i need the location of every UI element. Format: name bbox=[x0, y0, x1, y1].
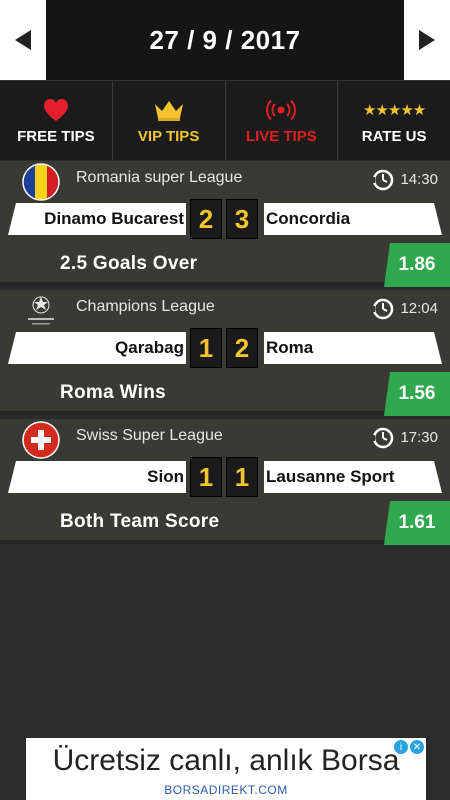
tab-bar: FREE TIPS VIP TIPS LIVE TIPS ★★★★★ RATE … bbox=[0, 80, 450, 160]
match-card[interactable]: Swiss Super League 17:30 Sion 1 1 Lausan… bbox=[0, 419, 450, 545]
previous-day-button[interactable] bbox=[0, 0, 46, 80]
next-day-button[interactable] bbox=[404, 0, 450, 80]
tip-text: Roma Wins bbox=[60, 382, 166, 403]
match-card[interactable]: Champions League 12:04 Qarabag 1 2 Roma … bbox=[0, 290, 450, 416]
broadcast-icon bbox=[266, 96, 297, 124]
odds-badge: 1.61 bbox=[384, 501, 450, 545]
league-name: Romania super League bbox=[76, 169, 243, 186]
ad-banner[interactable]: Ücretsiz canlı, anlık Borsa BORSADIREKT.… bbox=[26, 738, 426, 800]
arrow-left-icon bbox=[15, 30, 31, 50]
kickoff-time: 12:04 bbox=[370, 296, 438, 320]
away-team-name: Roma bbox=[266, 338, 314, 357]
time-text: 12:04 bbox=[400, 299, 438, 317]
home-team-name: Sion bbox=[147, 467, 184, 486]
current-date: 27 / 9 / 2017 bbox=[149, 24, 301, 55]
tab-live-tips[interactable]: LIVE TIPS bbox=[226, 81, 339, 160]
match-header: Romania super League 14:30 bbox=[0, 161, 450, 201]
home-score: 1 bbox=[190, 328, 222, 368]
home-score: 2 bbox=[190, 199, 222, 239]
tab-vip-tips[interactable]: VIP TIPS bbox=[113, 81, 226, 160]
away-score: 3 bbox=[226, 199, 258, 239]
kickoff-time: 14:30 bbox=[370, 167, 438, 191]
league-name: Swiss Super League bbox=[76, 427, 223, 444]
odds-badge: 1.86 bbox=[384, 243, 450, 287]
time-text: 17:30 bbox=[400, 428, 438, 446]
tab-label: FREE TIPS bbox=[17, 128, 95, 145]
ad-controls: i ✕ bbox=[394, 740, 424, 754]
arrow-right-icon bbox=[419, 30, 435, 50]
ad-close-icon[interactable]: ✕ bbox=[410, 740, 424, 754]
scoreline: Dinamo Bucarest 2 3 Concordia bbox=[8, 199, 442, 239]
tip-text: Both Team Score bbox=[60, 511, 220, 532]
tip-text: 2.5 Goals Over bbox=[60, 253, 198, 274]
stopwatch-icon bbox=[370, 169, 394, 191]
date-header: 27 / 9 / 2017 bbox=[0, 0, 450, 80]
kickoff-time: 17:30 bbox=[370, 425, 438, 449]
home-score: 1 bbox=[190, 457, 222, 497]
away-score: 1 bbox=[226, 457, 258, 497]
five-stars-icon: ★★★★★ bbox=[363, 102, 426, 119]
swiss-flag-icon bbox=[22, 421, 60, 459]
tab-label: VIP TIPS bbox=[137, 128, 200, 145]
match-card[interactable]: Romania super League 14:30 Dinamo Bucare… bbox=[0, 161, 450, 287]
away-team-name: Lausanne Sport bbox=[266, 467, 395, 486]
stopwatch-icon bbox=[370, 298, 394, 320]
league-name: Champions League bbox=[76, 298, 215, 315]
tab-label: RATE US bbox=[361, 128, 427, 145]
away-team-name: Concordia bbox=[266, 209, 351, 228]
app-root: 27 / 9 / 2017 FREE TIPS VIP TIPS LIVE TI… bbox=[0, 0, 450, 800]
ad-text: Ücretsiz canlı, anlık Borsa bbox=[52, 744, 400, 777]
scoreline: Qarabag 1 2 Roma bbox=[8, 328, 442, 368]
crown-icon bbox=[153, 96, 185, 124]
tab-label: LIVE TIPS bbox=[245, 128, 317, 145]
romania-flag-icon bbox=[22, 163, 60, 201]
tab-rate-us[interactable]: ★★★★★ RATE US bbox=[338, 81, 450, 160]
ad-brand: BORSADIREKT.COM bbox=[164, 783, 288, 797]
odds-badge: 1.56 bbox=[384, 372, 450, 416]
stopwatch-icon bbox=[370, 427, 394, 449]
scoreline: Sion 1 1 Lausanne Sport bbox=[8, 457, 442, 497]
home-team-name: Dinamo Bucarest bbox=[44, 209, 184, 228]
match-header: Swiss Super League 17:30 bbox=[0, 419, 450, 459]
time-text: 14:30 bbox=[400, 170, 438, 188]
match-header: Champions League 12:04 bbox=[0, 290, 450, 325]
ad-info-icon[interactable]: i bbox=[394, 740, 408, 754]
heart-icon bbox=[42, 96, 70, 124]
tab-free-tips[interactable]: FREE TIPS bbox=[0, 81, 113, 160]
home-team-name: Qarabag bbox=[115, 338, 184, 357]
away-score: 2 bbox=[226, 328, 258, 368]
champions-league-logo-icon bbox=[22, 292, 60, 330]
